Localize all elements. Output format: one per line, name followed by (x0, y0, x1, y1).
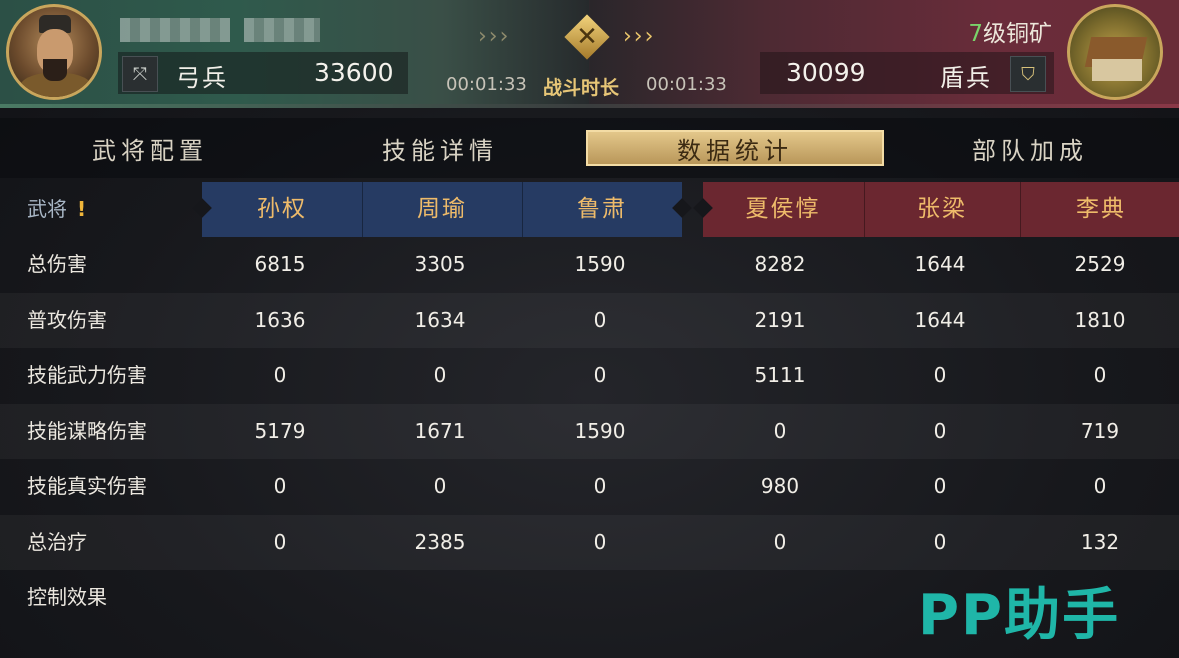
table-cell: 0 (273, 529, 287, 554)
table-row: 总治疗 0 2385 0 0 0 132 (0, 514, 1179, 570)
tab-troop-bonus[interactable]: 部队加成 (910, 130, 1150, 166)
row-label: 总治疗 (27, 529, 87, 554)
watermark-text: PP助手 (918, 583, 1121, 648)
table-cell: 0 (773, 529, 787, 554)
chevron-left-icon: ››› (478, 24, 511, 49)
table-cell: 8282 (754, 252, 806, 276)
table-cell: 132 (1080, 529, 1120, 554)
attacker-troop-count: 33600 (314, 58, 394, 87)
defender-avatar[interactable] (1067, 4, 1163, 100)
mine-building (1092, 59, 1142, 81)
battle-report-screen: ⤧ 弓兵 33600 ››› ✕ ››› 00:01:33 战斗时长 00:01… (0, 0, 1179, 658)
player-name-blurred (120, 18, 230, 42)
chevron-right-icon: ››› (623, 24, 656, 49)
table-header-row: 武将! 孙权 周瑜 鲁肃 夏侯惇 张梁 李典 (0, 182, 1179, 237)
row-label: 技能真实伤害 (27, 474, 147, 498)
general-name-lidian[interactable]: 李典 (1021, 182, 1179, 237)
defender-level: 7级铜矿 (940, 14, 1052, 48)
table-cell: 0 (933, 363, 947, 387)
battle-duration-label: 战斗时长 (543, 77, 620, 99)
table-cell: 0 (433, 363, 447, 387)
battle-header: ⤧ 弓兵 33600 ››› ✕ ››› 00:01:33 战斗时长 00:01… (0, 0, 1179, 108)
table-cell: 1590 (574, 252, 626, 276)
table-row: 技能武力伤害 0 0 0 5111 0 0 (0, 348, 1179, 403)
swords-glyph: ✕ (576, 22, 598, 52)
tab-general-config[interactable]: 武将配置 (30, 130, 270, 166)
table-cell: 6815 (254, 252, 306, 276)
crossed-swords-icon: ✕ (563, 13, 611, 61)
table-cell: 2385 (414, 529, 466, 554)
table-cell: 5179 (254, 418, 306, 443)
table-cell: 2191 (754, 307, 806, 332)
level-number: 7 (968, 21, 983, 47)
table-cell: 719 (1080, 418, 1120, 443)
shield-icon: ⛉ (1010, 56, 1046, 92)
general-name-xiahoudun[interactable]: 夏侯惇 (703, 182, 863, 237)
attacker-avatar[interactable] (6, 4, 102, 100)
table-cell: 0 (933, 529, 947, 554)
tab-statistics[interactable]: 数据统计 (586, 130, 884, 166)
table-cell: 980 (760, 474, 800, 498)
defender-unit-type: 盾兵 (940, 64, 992, 92)
table-cell: 1590 (574, 418, 626, 443)
defender-troop-count: 30099 (786, 58, 866, 87)
table-cell: 5111 (754, 363, 806, 387)
general-column-label: 武将! (27, 182, 86, 237)
general-name-sunquan[interactable]: 孙权 (202, 182, 362, 237)
battle-time-left: 00:01:33 (446, 74, 527, 95)
level-text: 级铜矿 (983, 21, 1052, 47)
table-cell: 0 (273, 363, 287, 387)
table-cell: 0 (1093, 474, 1107, 498)
tab-skill-details[interactable]: 技能详情 (320, 130, 560, 166)
general-label-text: 武将 (27, 197, 67, 221)
attacker-unit-box: ⤧ 弓兵 33600 (118, 52, 408, 94)
table-row: 总伤害 6815 3305 1590 8282 1644 2529 (0, 237, 1179, 292)
table-cell: 2529 (1074, 252, 1126, 276)
table-cell: 0 (593, 529, 607, 554)
battle-time-right: 00:01:33 (646, 74, 727, 95)
player-name-blurred-2 (244, 18, 320, 42)
table-cell: 1644 (914, 307, 966, 332)
header-divider (0, 104, 1179, 108)
table-cell: 1644 (914, 252, 966, 276)
row-label: 普攻伤害 (27, 307, 107, 332)
table-row: 技能谋略伤害 5179 1671 1590 0 0 719 (0, 403, 1179, 459)
defender-unit-box: 30099 盾兵 ⛉ (760, 52, 1054, 94)
table-cell: 0 (433, 474, 447, 498)
general-name-lusu[interactable]: 鲁肃 (522, 182, 682, 237)
table-row: 普攻伤害 1636 1634 0 2191 1644 1810 (0, 292, 1179, 348)
table-cell: 1634 (414, 307, 466, 332)
general-name-zhangliang[interactable]: 张梁 (862, 182, 1022, 237)
table-row: 技能真实伤害 0 0 0 980 0 0 (0, 459, 1179, 514)
table-cell: 0 (593, 474, 607, 498)
table-cell: 1671 (414, 418, 466, 443)
table-cell: 0 (593, 363, 607, 387)
table-cell: 0 (273, 474, 287, 498)
table-cell: 3305 (414, 252, 466, 276)
table-cell: 0 (933, 474, 947, 498)
table-cell: 0 (773, 418, 787, 443)
general-name-zhouyu[interactable]: 周瑜 (362, 182, 522, 237)
row-label: 技能武力伤害 (27, 363, 147, 387)
warning-icon[interactable]: ! (77, 197, 86, 221)
table-cell: 1810 (1074, 307, 1126, 332)
avatar-beard (43, 59, 67, 81)
row-label: 技能谋略伤害 (27, 418, 147, 443)
table-cell: 0 (593, 307, 607, 332)
row-label: 控制效果 (27, 585, 107, 609)
table-cell: 1636 (254, 307, 306, 332)
row-label: 总伤害 (27, 252, 87, 276)
table-cell: 0 (1093, 363, 1107, 387)
bow-icon: ⤧ (122, 56, 158, 92)
tab-bar: 武将配置 技能详情 数据统计 部队加成 (0, 118, 1179, 178)
table-cell: 0 (933, 418, 947, 443)
attacker-unit-type: 弓兵 (176, 64, 228, 92)
